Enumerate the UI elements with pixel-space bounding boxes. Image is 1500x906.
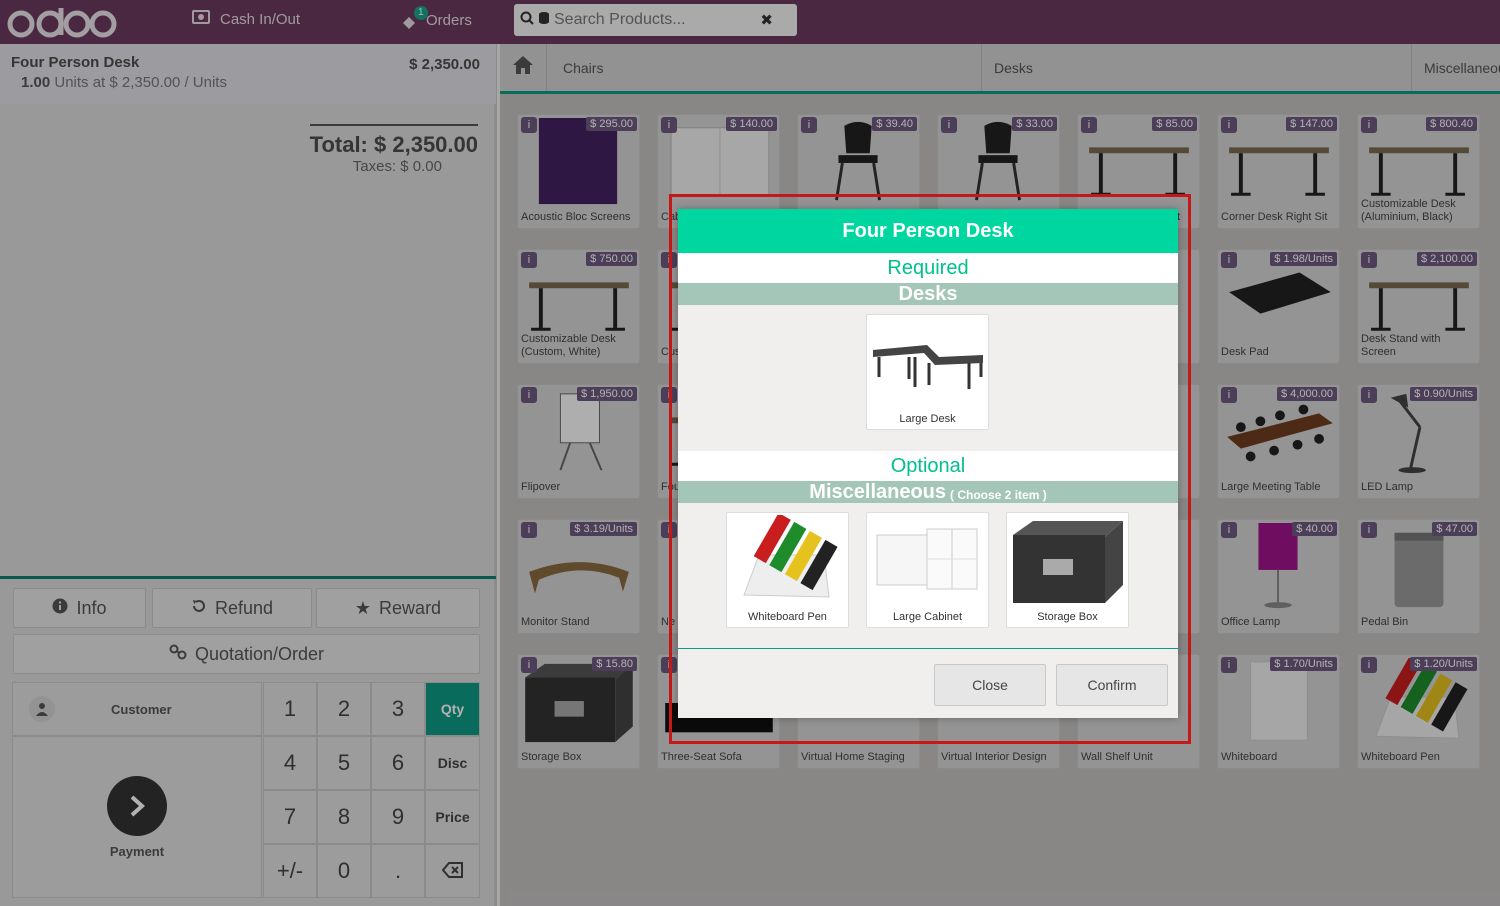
required-items: Large Desk <box>678 305 1178 451</box>
confirm-button[interactable]: Confirm <box>1056 664 1168 706</box>
optional-section-header: Miscellaneous ( Choose 2 item ) <box>678 481 1178 503</box>
required-label: Required <box>678 253 1178 283</box>
combo-item-whiteboard-pen[interactable]: Whiteboard Pen <box>726 512 849 628</box>
required-section-header: Desks <box>678 283 1178 305</box>
combo-item-large-cabinet[interactable]: Large Cabinet <box>866 512 989 628</box>
close-button[interactable]: Close <box>934 664 1046 706</box>
optional-items: Whiteboard Pen Large Cabinet Storage Box <box>678 503 1178 649</box>
product-configurator-dialog: Four Person Desk Required Desks Large De… <box>678 209 1178 718</box>
desk-icon <box>869 317 986 407</box>
combo-item-storage-box[interactable]: Storage Box <box>1006 512 1129 628</box>
combo-item-name: Whiteboard Pen <box>748 611 827 623</box>
optional-choose-note: ( Choose 2 item ) <box>950 488 1047 502</box>
dialog-title: Four Person Desk <box>678 209 1178 253</box>
combo-item-name: Large Cabinet <box>892 611 963 623</box>
combo-item-name: Large Desk <box>899 413 956 425</box>
combo-item-name: Storage Box <box>1037 611 1098 623</box>
pens-icon <box>729 512 846 605</box>
required-section-name: Desks <box>898 282 958 305</box>
optional-section-name: Miscellaneous <box>809 480 947 503</box>
optional-label: Optional <box>678 451 1178 481</box>
combo-item-large-desk[interactable]: Large Desk <box>866 314 989 430</box>
box-icon <box>1009 515 1126 605</box>
cabinet-icon <box>869 515 986 605</box>
